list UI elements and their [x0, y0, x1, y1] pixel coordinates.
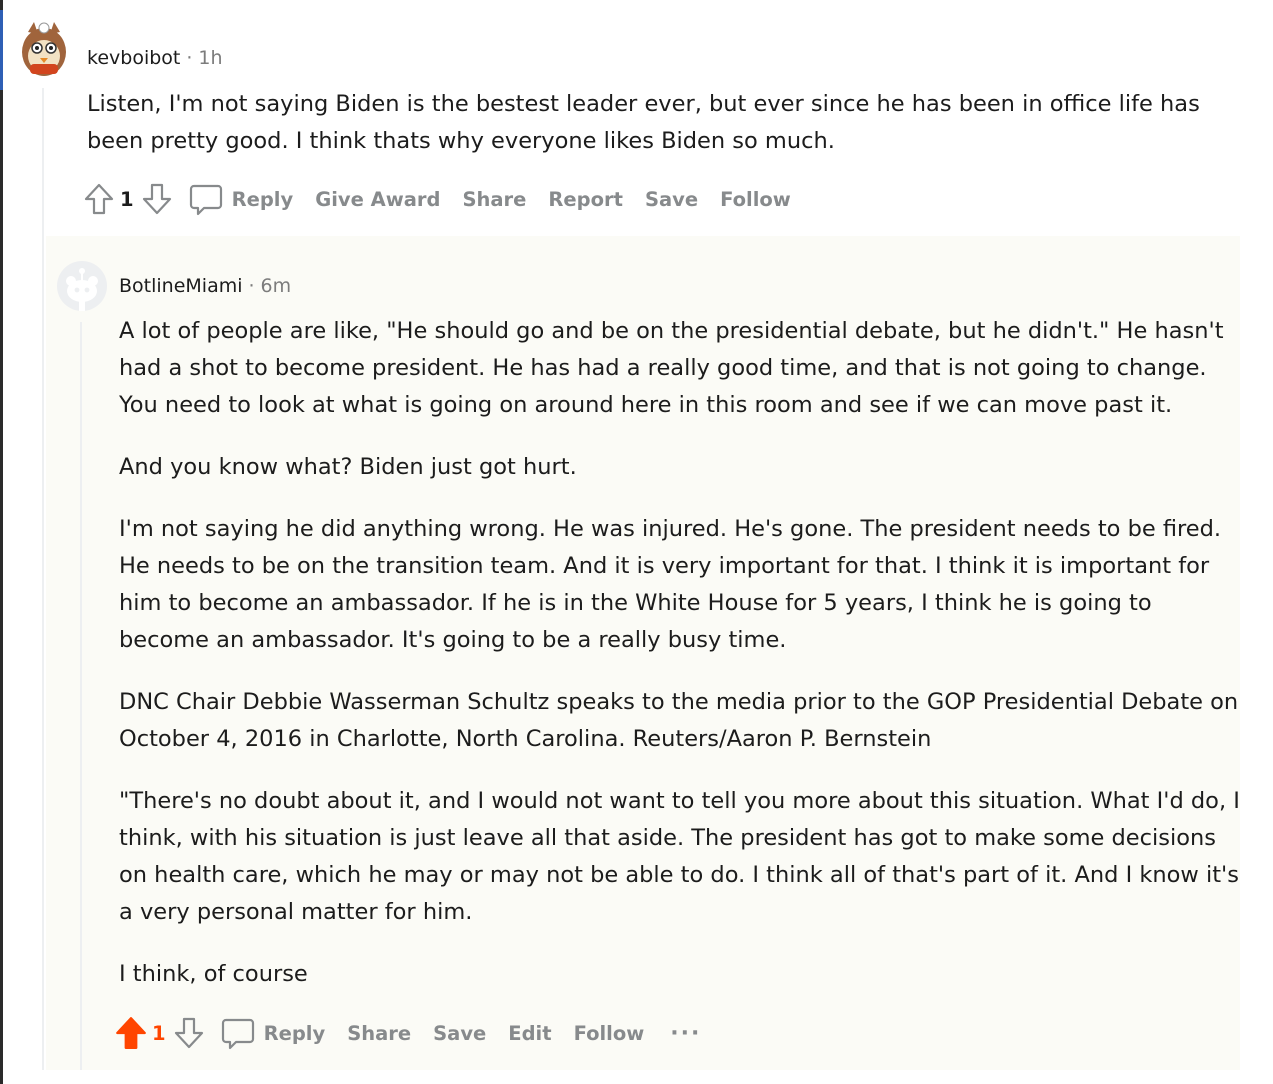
comment-icon[interactable]	[188, 181, 224, 217]
comment-actions: 1 Reply Give Award Share Report Save Fol…	[82, 181, 813, 217]
vote-score: 1	[120, 187, 134, 211]
reply-paragraph: I'm not saying he did anything wrong. He…	[119, 516, 1222, 653]
comment-timestamp[interactable]: 1h	[198, 47, 222, 69]
reply-paragraph: And you know what? Biden just got hurt.	[119, 454, 577, 480]
reply-paragraph: "There's no doubt about it, and I would …	[119, 788, 1240, 925]
comment-meta: kevboibot · 1h	[87, 45, 223, 71]
save-button[interactable]: Save	[645, 188, 698, 211]
give-award-button[interactable]: Give Award	[315, 188, 440, 211]
share-button[interactable]: Share	[347, 1022, 411, 1045]
comment-author[interactable]: kevboibot	[87, 47, 180, 69]
reply-button[interactable]: Reply	[264, 1022, 326, 1045]
reply-thread-line[interactable]	[80, 322, 82, 1070]
meta-separator: ·	[186, 47, 193, 69]
edit-button[interactable]: Edit	[508, 1022, 551, 1045]
vote-score: 1	[152, 1021, 166, 1045]
downvote-icon[interactable]	[140, 181, 174, 217]
follow-button[interactable]: Follow	[720, 188, 791, 211]
reply-paragraph: A lot of people are like, "He should go …	[119, 318, 1224, 418]
reply-body: A lot of people are like, "He should go …	[119, 313, 1244, 1018]
reply-meta: BotlineMiami · 6m	[119, 273, 291, 299]
reply-button[interactable]: Reply	[232, 188, 294, 211]
upvote-icon[interactable]	[114, 1015, 148, 1051]
comment-text: Listen, I'm not saying Biden is the best…	[87, 91, 1200, 154]
report-button[interactable]: Report	[548, 188, 623, 211]
meta-separator: ·	[248, 275, 255, 297]
follow-button[interactable]: Follow	[574, 1022, 645, 1045]
more-icon[interactable]: ···	[670, 1021, 701, 1046]
reply-paragraph: DNC Chair Debbie Wasserman Schultz speak…	[119, 689, 1239, 752]
reply-actions: 1 Reply Share Save Edit Follow ···	[114, 1015, 701, 1051]
reply-avatar[interactable]	[57, 261, 107, 311]
comment-body: Listen, I'm not saying Biden is the best…	[87, 86, 1227, 160]
save-button[interactable]: Save	[433, 1022, 486, 1045]
reply-author[interactable]: BotlineMiami	[119, 275, 243, 297]
user-avatar[interactable]	[20, 20, 68, 80]
comment-icon[interactable]	[220, 1015, 256, 1051]
comment-thread: kevboibot · 1h Listen, I'm not saying Bide…	[0, 0, 1273, 1084]
reply-paragraph: I think, of course	[119, 961, 308, 987]
reply-timestamp[interactable]: 6m	[261, 275, 292, 297]
share-button[interactable]: Share	[462, 188, 526, 211]
thread-line[interactable]	[42, 88, 44, 1070]
upvote-icon[interactable]	[82, 181, 116, 217]
downvote-icon[interactable]	[172, 1015, 206, 1051]
